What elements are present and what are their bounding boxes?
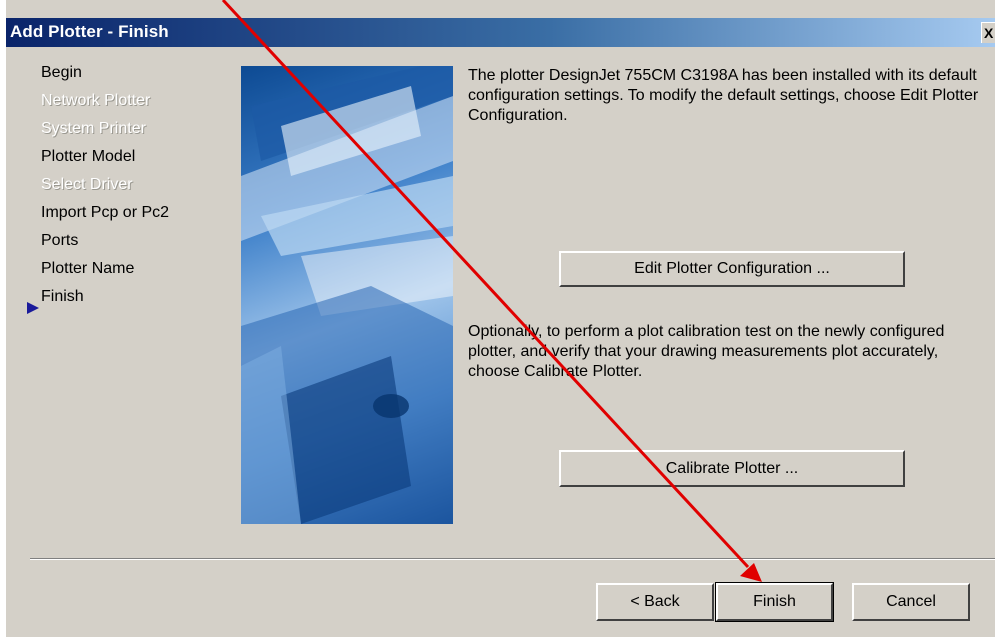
step-plotter-model: Plotter Model <box>41 148 136 165</box>
finish-button[interactable]: Finish <box>715 582 834 622</box>
step-select-driver: Select Driver <box>41 176 133 193</box>
step-finish: Finish <box>41 288 84 305</box>
footer-separator <box>30 558 995 560</box>
edit-plotter-configuration-button[interactable]: Edit Plotter Configuration ... <box>559 251 905 287</box>
step-network-plotter: Network Plotter <box>41 92 151 109</box>
window-title: Add Plotter - Finish <box>10 22 169 41</box>
step-begin: Begin <box>41 64 82 81</box>
plotter-illustration <box>241 66 453 524</box>
step-plotter-name: Plotter Name <box>41 260 135 277</box>
cancel-button[interactable]: Cancel <box>852 583 970 621</box>
back-button[interactable]: < Back <box>596 583 714 621</box>
title-bar[interactable]: Add Plotter - Finish X <box>6 18 995 47</box>
close-button[interactable]: X <box>981 22 995 43</box>
installed-message: The plotter DesignJet 755CM C3198A has b… <box>468 67 979 124</box>
calibrate-plotter-button[interactable]: Calibrate Plotter ... <box>559 450 905 487</box>
step-ports: Ports <box>41 232 79 249</box>
step-import-pcp-pc2: Import Pcp or Pc2 <box>41 204 170 221</box>
current-step-arrow-icon <box>27 302 39 314</box>
add-plotter-dialog: Add Plotter - Finish X Begin Network Plo… <box>6 0 995 637</box>
calibrate-message: Optionally, to perform a plot calibratio… <box>468 323 945 380</box>
step-system-printer: System Printer <box>41 120 146 137</box>
